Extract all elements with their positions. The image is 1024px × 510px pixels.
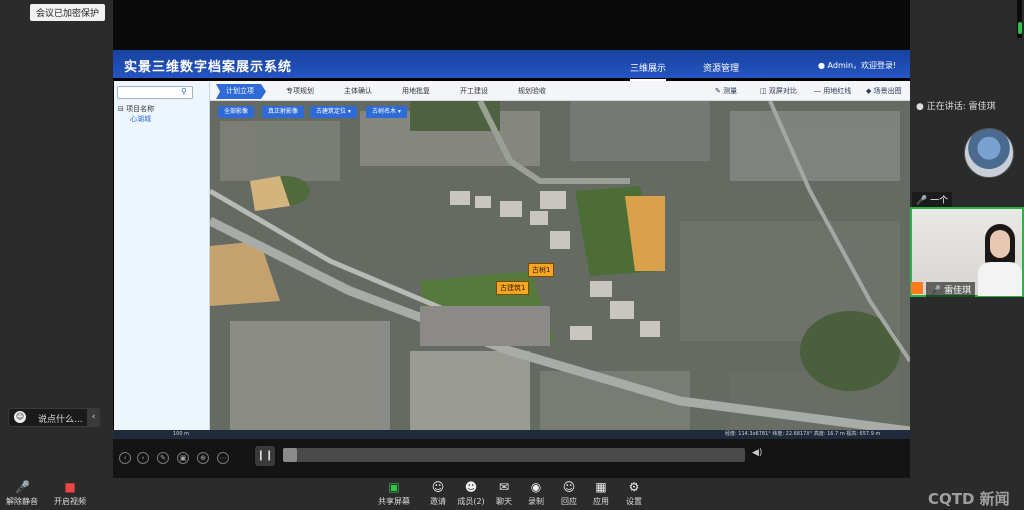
subtab-construction[interactable]: 开工建设 bbox=[450, 84, 500, 99]
red-line-tool[interactable]: ― 用地红线 bbox=[814, 86, 851, 96]
volume-icon[interactable]: ◀) bbox=[752, 448, 762, 458]
react-icon: ☺ bbox=[562, 480, 576, 494]
chat-placeholder: 说点什么... bbox=[38, 415, 83, 425]
subtab-project-approval[interactable]: 计划立项 bbox=[216, 84, 266, 99]
phase-tab-strip: 计划立项 专项规划 主体确认 用地批复 开工建设 规划验收 ✎ 测量 ◫ 双屏对… bbox=[210, 81, 910, 101]
tree-root[interactable]: ⊟ 项目名称 bbox=[118, 104, 154, 114]
record-icon: ◉ bbox=[530, 480, 542, 494]
marker-ancient-building[interactable]: 古建筑1 bbox=[496, 281, 530, 295]
participant-tag: 🎤 一个 bbox=[912, 192, 953, 207]
gear-icon: ⚙ bbox=[628, 480, 640, 494]
emoji-icon[interactable]: ☺ bbox=[14, 411, 26, 423]
map-status-bar: 100 m 经度: 114.3x6781° 纬度: 22.6817X° 高度: … bbox=[113, 430, 910, 439]
user-welcome[interactable]: ● Admin，欢迎登录! bbox=[818, 60, 896, 71]
participant-face bbox=[990, 230, 1010, 258]
tree-root-label: 项目名称 bbox=[126, 105, 155, 113]
mic-muted-icon: 🎤 bbox=[15, 480, 30, 494]
chat-icon: ✉ bbox=[498, 480, 510, 494]
unmute-label: 解除静音 bbox=[6, 497, 38, 506]
chat-collapse-icon[interactable]: ‹ bbox=[87, 409, 100, 426]
marker-ancient-tree[interactable]: 古树1 bbox=[528, 263, 555, 277]
camera-off-icon: ■ bbox=[64, 480, 76, 494]
invite-icon: ☺ bbox=[431, 480, 445, 494]
scene-export-label: 场景出图 bbox=[873, 87, 902, 95]
zoom-icon[interactable]: ⊕ bbox=[197, 452, 209, 464]
measure-tool[interactable]: ✎ 测量 bbox=[715, 86, 737, 96]
audio-level-indicator bbox=[1018, 22, 1022, 34]
more-icon[interactable]: ⋯ bbox=[217, 452, 229, 464]
app-title: 实景三维数字档案展示系统 bbox=[124, 60, 293, 75]
red-line-label: 用地红线 bbox=[823, 87, 852, 95]
user-welcome-text: Admin，欢迎登录! bbox=[827, 61, 897, 70]
share-screen-button[interactable]: ▣ 共享屏幕 bbox=[374, 480, 414, 507]
ancient-tree-label: 古树名木 bbox=[372, 108, 397, 115]
layer-all-imagery-button[interactable]: 全部影像 bbox=[218, 106, 255, 118]
participant-name-badge: 🎤 雷佳琪 bbox=[926, 282, 976, 297]
unmute-button[interactable]: 🎤 解除静音 bbox=[2, 480, 42, 507]
participant-body bbox=[978, 262, 1022, 296]
tree-item-project[interactable]: 心湖城 bbox=[130, 114, 151, 124]
scene-export-tool[interactable]: ◆ 场景出图 bbox=[866, 86, 902, 96]
measure-label: 测量 bbox=[723, 87, 738, 95]
host-icon bbox=[911, 282, 923, 294]
aerial-3d-map[interactable]: 全部影像 真正射影像 古建筑定位 ▾ 古树名木 ▾ 古树1 古建筑1 bbox=[210, 101, 910, 438]
next-icon[interactable]: › bbox=[137, 452, 149, 464]
subtab-special-planning[interactable]: 专项规划 bbox=[276, 84, 326, 99]
news-watermark: CQTD 新闻 bbox=[928, 490, 1010, 508]
shared-screen-top-bar bbox=[113, 0, 910, 50]
playback-progress[interactable] bbox=[283, 448, 745, 462]
share-screen-label: 共享屏幕 bbox=[378, 497, 410, 506]
encryption-badge: 会议已加密保护 bbox=[30, 4, 106, 21]
pause-button[interactable]: ❙❙ bbox=[255, 446, 275, 466]
search-icon[interactable]: ⚲ bbox=[181, 87, 187, 96]
start-video-label: 开启视频 bbox=[54, 497, 86, 506]
ancient-building-label: 古建筑定位 bbox=[316, 108, 347, 115]
subtab-entity-confirm[interactable]: 主体确认 bbox=[334, 84, 384, 99]
project-sidebar bbox=[114, 81, 210, 438]
pen-icon[interactable]: ✎ bbox=[157, 452, 169, 464]
map-imagery bbox=[210, 101, 910, 438]
subtab-acceptance[interactable]: 规划验收 bbox=[508, 84, 558, 99]
settings-button[interactable]: ⚙ 设置 bbox=[614, 480, 654, 507]
speaking-indicator: ● 正在讲话: 雷佳琪 bbox=[916, 102, 996, 112]
ancient-tree-filter[interactable]: 古树名木 ▾ bbox=[366, 106, 407, 118]
coordinate-readout: 经度: 114.3x6781° 纬度: 22.6817X° 高度: 16.7 m… bbox=[725, 431, 881, 437]
layer-true-ortho-button[interactable]: 真正射影像 bbox=[262, 106, 305, 118]
share-screen-icon: ▣ bbox=[388, 480, 400, 494]
image-icon[interactable]: ▣ bbox=[177, 452, 189, 464]
ancient-building-filter[interactable]: 古建筑定位 ▾ bbox=[310, 106, 357, 118]
participant-avatar[interactable] bbox=[964, 128, 1014, 178]
tab-resource-management[interactable]: 资源管理 bbox=[703, 61, 739, 74]
playback-progress-fill bbox=[283, 448, 297, 462]
subtab-land-approval[interactable]: 用地批复 bbox=[392, 84, 442, 99]
participant-tag-label: 一个 bbox=[930, 196, 949, 206]
speaking-prefix: 正在讲话: bbox=[926, 102, 966, 112]
members-icon: ☻ bbox=[464, 480, 478, 494]
start-video-button[interactable]: ■ 开启视频 bbox=[50, 480, 90, 507]
scale-label: 100 m bbox=[173, 431, 190, 437]
participant-name: 雷佳琪 bbox=[944, 286, 972, 296]
prev-icon[interactable]: ‹ bbox=[119, 452, 131, 464]
apps-icon: ▦ bbox=[595, 480, 607, 494]
split-screen-tool[interactable]: ◫ 双屏对比 bbox=[760, 86, 797, 96]
split-screen-label: 双屏对比 bbox=[768, 87, 797, 95]
tab-3d-view[interactable]: 三维展示 bbox=[630, 61, 667, 81]
settings-label: 设置 bbox=[626, 497, 642, 506]
speaking-name: 雷佳琪 bbox=[968, 102, 996, 112]
